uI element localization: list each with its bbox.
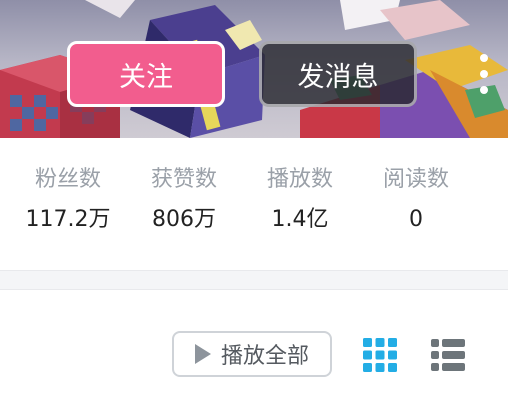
follow-button-label: 关注 [119,61,173,93]
stat-value: 0 [409,207,423,232]
stat-value: 117.2万 [25,207,111,232]
profile-stats: 粉丝数 117.2万 获赞数 806万 播放数 1.4亿 阅读数 0 [0,165,508,245]
stat-followers[interactable]: 粉丝数 117.2万 [10,165,126,235]
profile-banner: 关注 发消息 [0,0,508,138]
stat-plays[interactable]: 播放数 1.4亿 [242,165,358,235]
grid-view-icon[interactable] [363,338,397,372]
section-divider [0,270,508,290]
stat-value: 806万 [152,207,216,232]
stat-likes[interactable]: 获赞数 806万 [126,165,242,235]
send-message-button-label: 发消息 [297,61,379,93]
stat-label: 获赞数 [150,167,217,192]
stat-label: 粉丝数 [34,167,101,192]
stat-label: 播放数 [266,167,333,192]
more-dot [480,70,488,78]
list-view-icon[interactable] [431,338,465,372]
follow-button[interactable]: 关注 [67,41,225,107]
more-vertical-icon[interactable] [472,54,496,94]
send-message-button[interactable]: 发消息 [259,41,417,107]
play-all-label: 播放全部 [220,344,309,369]
play-icon [194,344,211,364]
more-dot [480,54,488,62]
stat-label: 阅读数 [382,167,449,192]
stat-reads[interactable]: 阅读数 0 [358,165,474,235]
play-all-button[interactable]: 播放全部 [172,331,332,377]
stat-value: 1.4亿 [271,207,329,232]
more-dot [480,86,488,94]
